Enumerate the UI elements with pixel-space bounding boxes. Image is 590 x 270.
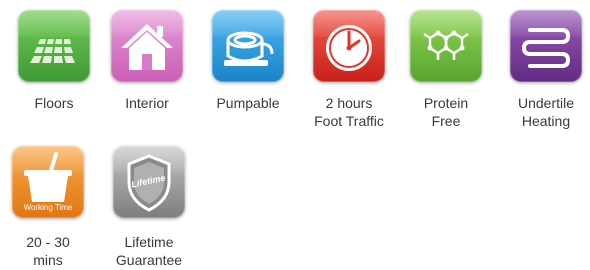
feature-protein-free: Protein Free	[396, 6, 496, 136]
house-icon	[111, 10, 183, 82]
molecule-icon	[410, 10, 482, 82]
working-time-badge: Working Time	[23, 203, 73, 212]
feature-label-protein-free: Protein Free	[396, 94, 496, 130]
working-time-label-line-1: 20 - 30	[26, 234, 70, 250]
feature-interior: Interior	[97, 6, 197, 116]
clock-icon	[313, 10, 385, 82]
foot-traffic-label-line-1: 2 hours	[325, 95, 373, 111]
heating-coil-icon	[510, 10, 582, 82]
feature-foot-traffic: 2 hours Foot Traffic	[299, 6, 399, 136]
undertile-heating-label-line-1: Undertile	[517, 95, 575, 111]
feature-label-floors: Floors	[4, 94, 104, 112]
lifetime-guarantee-label-line-1: Lifetime	[124, 234, 174, 250]
feature-label-working-time: 20 - 30 mins	[0, 233, 98, 269]
lifetime-guarantee-label-line-2: Guarantee	[115, 252, 183, 268]
feature-undertile-heating: Undertile Heating	[496, 6, 590, 136]
feature-lifetime-guarantee: Lifetime Lifetime Guarantee	[99, 142, 199, 270]
feature-working-time: Working Time 20 - 30 mins	[0, 142, 98, 270]
floors-label-line-1: Floors	[34, 95, 74, 111]
feature-label-foot-traffic: 2 hours Foot Traffic	[299, 94, 399, 130]
pumpable-label-line-1: Pumpable	[216, 95, 280, 111]
undertile-heating-label-line-2: Heating	[521, 113, 571, 129]
bucket-icon: Working Time	[12, 146, 84, 218]
feature-label-pumpable: Pumpable	[198, 94, 298, 112]
foot-traffic-label-line-2: Foot Traffic	[314, 113, 384, 129]
interior-label-line-1: Interior	[125, 95, 169, 111]
feature-label-lifetime-guarantee: Lifetime Guarantee	[99, 233, 199, 269]
floor-tiles-icon	[18, 10, 90, 82]
hose-reel-icon	[212, 10, 284, 82]
protein-free-label-line-1: Protein	[423, 95, 469, 111]
working-time-label-line-2: mins	[33, 252, 63, 268]
feature-pumpable: Pumpable	[198, 6, 298, 116]
protein-free-label-line-2: Free	[431, 113, 461, 129]
shield-icon: Lifetime	[113, 146, 185, 218]
feature-label-undertile-heating: Undertile Heating	[496, 94, 590, 130]
feature-label-interior: Interior	[97, 94, 197, 112]
feature-floors: Floors	[4, 6, 104, 116]
